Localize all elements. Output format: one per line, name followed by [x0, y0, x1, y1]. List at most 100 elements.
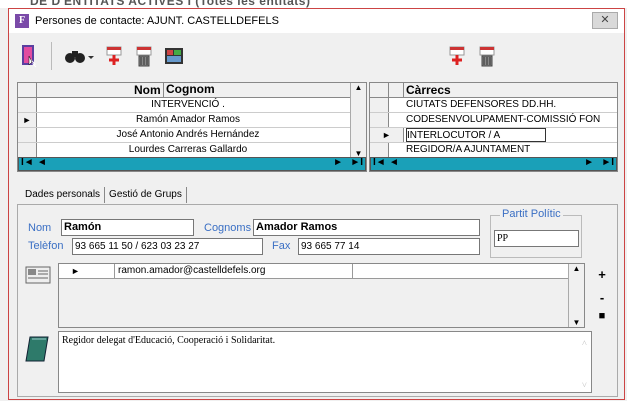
toolbar-separator [51, 42, 52, 70]
app-icon: F [15, 14, 29, 28]
notes-scroll-down-icon[interactable]: ˅ [582, 380, 587, 390]
right-toolbar [445, 36, 499, 76]
row-indicator [370, 143, 389, 157]
window-title: Persones de contacte: AJUNT. CASTELLDEFE… [35, 15, 279, 27]
contact-row[interactable]: ► Ramón Amador Ramos [18, 113, 366, 128]
contact-name: Lourdes Carreras Gallardo [128, 144, 248, 155]
background-window-title: DE D'ENTITATS ACTIVES I (Totes les entit… [0, 0, 627, 8]
row-indicator: ► [18, 113, 37, 127]
fax-field[interactable]: 93 665 77 14 [298, 238, 480, 255]
position-name-selected[interactable]: INTERLOCUTOR / A [406, 128, 546, 142]
email-scrollbar[interactable]: ▲ ▼ [568, 264, 584, 327]
row-indicator [18, 128, 37, 142]
close-button[interactable]: ✕ [592, 12, 618, 29]
fax-label: Fax [272, 240, 291, 252]
column-header-positions[interactable]: Càrrecs [403, 83, 451, 98]
add-email-button[interactable]: + [595, 267, 609, 283]
delete-record-button[interactable] [132, 44, 156, 68]
name-label: Nom [28, 222, 52, 234]
nav-last-button[interactable]: ►I [601, 157, 614, 168]
positions-grid: Càrrecs CIUTATS DEFENSORES DD.HH. CODESE… [369, 82, 618, 172]
nav-first-button[interactable]: I◄ [373, 157, 386, 168]
background-title-text: DE D'ENTITATS ACTIVES I (Totes les entit… [30, 0, 311, 8]
party-label: Partit Polític [500, 208, 563, 220]
positions-grid-header: Càrrecs [370, 83, 617, 98]
column-header-name[interactable]: Nom [134, 83, 161, 97]
delete-position-button[interactable] [475, 44, 499, 68]
position-row[interactable]: CIUTATS DEFENSORES DD.HH. [370, 98, 617, 113]
personal-data-panel: Nom Ramón Cognoms Amador Ramos Telèfon 9… [17, 204, 618, 397]
contact-name: INTERVENCIÓ . [151, 99, 225, 110]
email-row[interactable]: ► ramon.amador@castelldefels.org [59, 264, 569, 279]
remove-email-button[interactable]: - [595, 290, 609, 306]
notes-field[interactable]: Regidor delegat d'Educació, Cooperació i… [58, 331, 592, 393]
position-row[interactable]: REGIDOR/A AJUNTAMENT [370, 143, 617, 158]
title-bar: F Persones de contacte: AJUNT. CASTELLDE… [9, 9, 624, 33]
contacts-window: F Persones de contacte: AJUNT. CASTELLDE… [8, 8, 625, 400]
exit-door-button[interactable] [17, 44, 41, 68]
email-row-indicator: ► [71, 266, 80, 276]
nav-first-button[interactable]: I◄ [21, 157, 34, 168]
email-grid: ► ramon.amador@castelldefels.org ▲ ▼ [58, 263, 585, 328]
surname-field[interactable]: Amador Ramos [253, 219, 480, 236]
tab-personal-data[interactable]: Dades personals [21, 187, 106, 203]
column-header-surname[interactable]: Cognom [163, 82, 215, 97]
notes-text: Regidor delegat d'Educació, Cooperació i… [62, 335, 276, 346]
contacts-scrollbar[interactable]: ▲ ▼ [350, 83, 366, 158]
delete-record-icon [136, 46, 152, 67]
delete-position-icon [479, 46, 495, 67]
nav-prev-button[interactable]: ◄ [389, 157, 399, 168]
contact-row[interactable]: Lourdes Carreras Gallardo [18, 143, 366, 158]
tab-strip: Dades personals Gestió de Grups [21, 187, 187, 203]
add-record-icon [106, 46, 122, 65]
phone-label: Telèfon [28, 240, 64, 252]
nav-prev-button[interactable]: ◄ [37, 157, 47, 168]
save-email-button[interactable]: ■ [595, 308, 609, 324]
row-indicator [18, 143, 37, 157]
position-name: REGIDOR/A AJUNTAMENT [406, 144, 531, 155]
email-card-icon [24, 263, 52, 291]
left-toolbar [17, 36, 186, 76]
contacts-navigator: I◄ ◄ ► ►I [18, 157, 366, 171]
positions-navigator: I◄ ◄ ► ►I [370, 157, 617, 171]
contact-name: Ramón Amador Ramos [136, 114, 240, 125]
email-column-divider [352, 264, 353, 278]
position-name: CODESENVOLUPAMENT-COMISSIÓ FON [406, 114, 601, 125]
header-indicator [370, 83, 389, 97]
party-field[interactable]: PP [494, 230, 579, 247]
position-row[interactable]: ► INTERLOCUTOR / A [370, 128, 617, 143]
tab-group-management[interactable]: Gestió de Grups [105, 187, 187, 203]
position-row[interactable]: CODESENVOLUPAMENT-COMISSIÓ FON [370, 113, 617, 128]
contact-row[interactable]: José Antonio Andrés Hernández [18, 128, 366, 143]
nav-last-button[interactable]: ►I [350, 157, 363, 168]
notebook-icon [24, 333, 52, 365]
contacts-grid: Nom Cognom INTERVENCIÓ . ► Ramón Amador … [17, 82, 367, 172]
nav-next-button[interactable]: ► [584, 157, 594, 168]
position-name: CIUTATS DEFENSORES DD.HH. [406, 99, 557, 110]
report-button[interactable] [162, 44, 186, 68]
phone-field[interactable]: 93 665 11 50 / 623 03 23 27 [72, 238, 263, 255]
scroll-up-icon[interactable]: ▲ [569, 264, 584, 273]
header-indicator [18, 83, 37, 97]
add-record-button[interactable] [102, 44, 126, 68]
surname-label: Cognoms [204, 222, 252, 234]
row-indicator [370, 98, 389, 112]
add-position-icon [449, 46, 465, 65]
add-position-button[interactable] [445, 44, 469, 68]
report-icon [165, 48, 183, 64]
contact-row[interactable]: INTERVENCIÓ . [18, 98, 366, 113]
name-field[interactable]: Ramón [61, 219, 194, 236]
scroll-down-icon[interactable]: ▼ [569, 318, 584, 327]
row-indicator: ► [370, 128, 404, 142]
exit-door-icon [22, 45, 37, 68]
binoculars-icon [65, 51, 94, 63]
row-indicator [18, 98, 37, 112]
contacts-grid-header: Nom Cognom [18, 82, 366, 98]
contact-name: José Antonio Andrés Hernández [116, 129, 260, 140]
row-indicator [370, 113, 389, 127]
notes-scroll-up-icon[interactable]: ˄ [582, 338, 587, 348]
nav-next-button[interactable]: ► [333, 157, 343, 168]
find-binoculars-button[interactable] [62, 44, 96, 68]
email-value[interactable]: ramon.amador@castelldefels.org [114, 264, 265, 278]
scroll-up-icon[interactable]: ▲ [351, 83, 366, 92]
